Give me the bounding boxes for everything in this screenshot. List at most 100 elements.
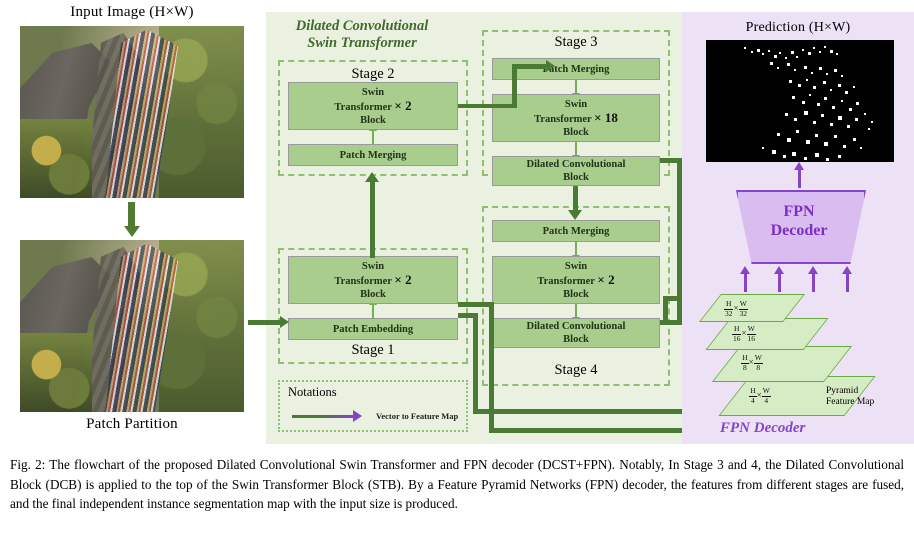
photo-trees-left: [20, 118, 92, 198]
stage4-swin-transformer-block: Swin Transformer × 2 Block: [492, 256, 660, 304]
fm4-h-den: 4: [751, 395, 755, 405]
stage2-patch-merging-block: Patch Merging: [288, 144, 458, 166]
stage4-stb-line3: Block: [563, 288, 589, 300]
stage4-stb-line2: Transformer: [537, 275, 595, 287]
stage4-stb-label: Swin Transformer × 2 Block: [537, 260, 614, 301]
stage3-dilated-convolutional-block: Dilated Convolutional Block: [492, 156, 660, 186]
backbone-title-line2: Swin Transformer: [307, 35, 417, 51]
backbone-title-line1: Dilated Convolutional: [295, 18, 429, 34]
fm1-h-den: 32: [724, 308, 733, 318]
stage1-stb-line2: Transformer: [334, 275, 392, 287]
fm3-w-den: 8: [756, 362, 761, 372]
fm2-h-den: 16: [732, 333, 741, 343]
decoder-to-prediction-arrowhead: [794, 162, 804, 170]
pyramid-feature-map-4-label: H 4 × W 4: [749, 386, 771, 405]
pyramid-to-decoder-arrowhead-2: [774, 266, 784, 274]
patch-partition-label: Patch Partition: [86, 416, 178, 432]
stage-3-label: Stage 3: [554, 34, 598, 50]
photo2-trees-left: [20, 332, 92, 412]
stage2-patch-merging-label: Patch Merging: [339, 149, 407, 161]
stage2-stb-line1: Swin: [361, 86, 385, 98]
fm3-h-fraction: H8: [741, 353, 749, 372]
input-image-title: Input Image (H×W): [70, 4, 194, 20]
stage4-patch-merging-label: Patch Merging: [542, 225, 610, 237]
backbone-region-title: Dilated Convolutional Swin Transformer: [272, 18, 452, 52]
stage3-dcb-line1: Dilated Convolutional: [526, 159, 626, 170]
input-panel: Input Image (H×W) Patch Partition: [8, 4, 256, 444]
stage4-arrow-2: [572, 304, 580, 324]
stage3-to-stage4-connector: [573, 186, 578, 212]
stage4-stb-line1: Swin: [564, 260, 588, 272]
stage2-stb-multiplier: × 2: [394, 97, 412, 113]
stage3-dcb-line2: Block: [563, 172, 589, 183]
stage1-to-stage2-connector: [370, 180, 375, 258]
stage4-dcb-label: Dilated Convolutional Block: [527, 320, 626, 346]
stage2-to-stage3-arrowhead: [546, 60, 555, 72]
input-image-photo: [20, 26, 244, 198]
fpn-region-caption: FPN Decoder: [720, 420, 806, 436]
figure-dcst-fpn-flowchart: Input Image (H×W) Patch Partition Dilate…: [0, 0, 914, 548]
stage3-stb-line3: Block: [563, 126, 589, 138]
pyramid-feature-map-1-label: H 32 × W 32: [723, 299, 749, 318]
fm2-w-fraction: W 16: [746, 324, 757, 343]
notations-title: Notations: [288, 385, 337, 399]
fpn-decoder-line2: Decoder: [770, 222, 828, 239]
stage1-stb-label: Swin Transformer × 2 Block: [334, 260, 411, 301]
fm4-h-fraction: H4: [749, 386, 757, 405]
stage3-dcb-label: Dilated Convolutional Block: [527, 158, 626, 184]
stage1-stb-line1: Swin: [361, 260, 385, 272]
prediction-title: Prediction (H×W): [745, 20, 851, 35]
stage1-internal-arrow: [369, 298, 377, 318]
stage3-stb-label: Swin Transformer × 18 Block: [534, 98, 618, 139]
stage3-patch-merging-block: Patch Merging: [492, 58, 660, 80]
stage1-to-stage2-arrowhead: [365, 172, 379, 182]
stage2-stb-label: Swin Transformer × 2 Block: [334, 86, 411, 127]
stage4-arrow-1: [572, 242, 580, 262]
stage1-patch-embedding-block: Patch Embedding: [288, 318, 458, 340]
patch-partition-photo: [20, 240, 244, 412]
stage4-patch-merging-block: Patch Merging: [492, 220, 660, 242]
stage2-swin-transformer-block: Swin Transformer × 2 Block: [288, 82, 458, 130]
pyramid-feature-map-name: Pyramid Feature Map: [826, 386, 874, 408]
fpn-decoder-label: FPN Decoder: [736, 202, 862, 240]
fm1-w-fraction: W 32: [738, 299, 749, 318]
stage4-stb-multiplier: × 2: [597, 271, 615, 287]
stage3-to-stage4-arrowhead: [568, 210, 582, 220]
stage1-stb-line3: Block: [360, 288, 386, 300]
pyramid-to-decoder-arrowhead-4: [842, 266, 852, 274]
stage-1-label: Stage 1: [351, 342, 395, 358]
stage4-dcb-line2: Block: [563, 334, 589, 345]
pyramid-name-line1: Pyramid: [826, 386, 859, 396]
stage2-to-stage3-horizontal: [512, 64, 548, 69]
stage3-stb-line2: Transformer: [534, 113, 592, 125]
fpn-decoder-line1: FPN: [783, 203, 815, 220]
stage-4-label: Stage 4: [554, 362, 598, 378]
stage3-swin-transformer-block: Swin Transformer × 18 Block: [492, 94, 660, 142]
patch-partition-arrow: [123, 202, 140, 237]
stage3-arrow-1: [572, 80, 580, 100]
figure-caption: Fig. 2: The flowchart of the proposed Di…: [10, 457, 904, 511]
fm4-w-den: 4: [764, 395, 769, 405]
stage1-swin-transformer-block: Swin Transformer × 2 Block: [288, 256, 458, 304]
pyramid-feature-map-3-label: H 8 × W 8: [741, 353, 763, 372]
stage-2-label: Stage 2: [351, 66, 395, 82]
input-to-patch-embedding-arrowhead: [280, 316, 289, 328]
stage4-dilated-convolutional-block: Dilated Convolutional Block: [492, 318, 660, 348]
stage2-stb-line3: Block: [360, 114, 386, 126]
stage1-stb-multiplier: × 2: [394, 271, 412, 287]
fm3-w-fraction: W8: [753, 353, 763, 372]
notations-box: Notations Vector to Feature Map: [278, 380, 468, 432]
stage2-stb-line2: Transformer: [334, 101, 392, 113]
fm1-h-fraction: H 32: [723, 299, 734, 318]
fm2-h-fraction: H 16: [731, 324, 742, 343]
stage3-stb-multiplier: × 18: [594, 109, 618, 125]
stage2-out-horizontal: [458, 104, 516, 108]
fm1-w-den: 32: [739, 308, 748, 318]
stage4-dcb-line1: Dilated Convolutional: [526, 321, 626, 332]
pyramid-to-decoder-arrowhead-1: [740, 266, 750, 274]
fm3-h-den: 8: [743, 362, 747, 372]
pyramid-feature-map-2-label: H 16 × W 16: [731, 324, 757, 343]
stage2-internal-arrow: [369, 124, 377, 144]
stage3-arrow-2: [572, 142, 580, 162]
stage2-rail-vertical: [473, 313, 478, 414]
